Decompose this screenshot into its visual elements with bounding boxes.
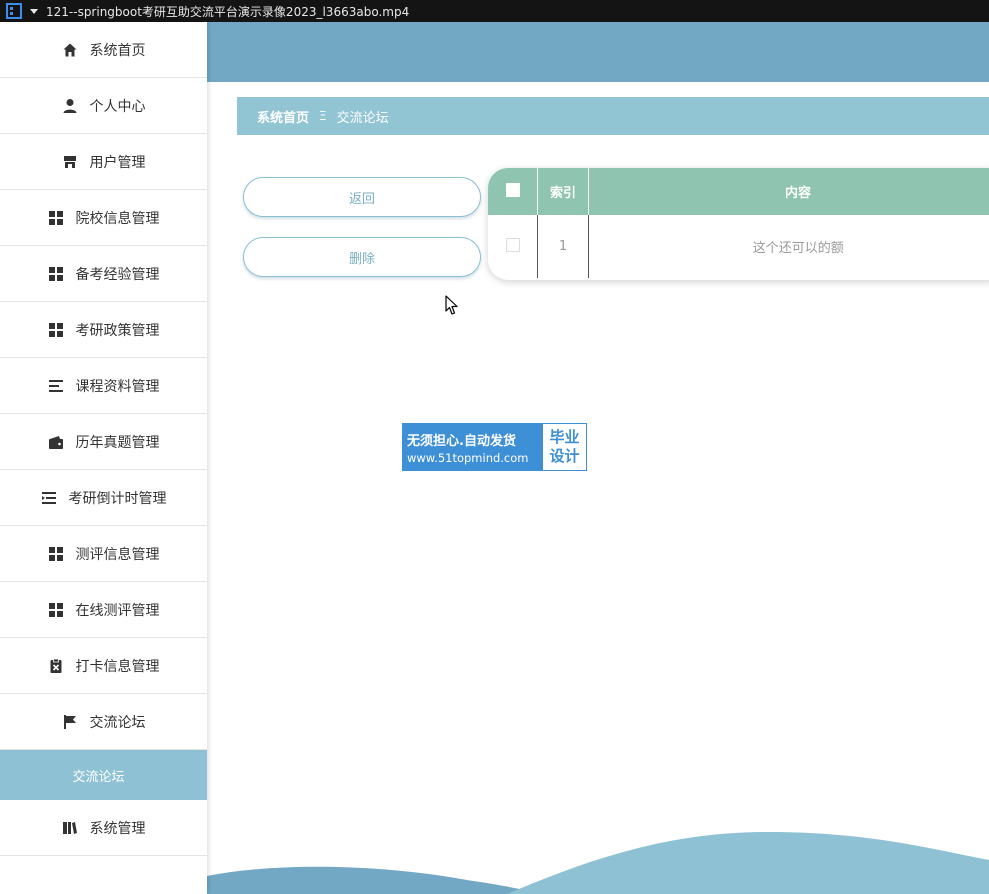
sidebar: 系统首页 个人中心 用户管理 院校信息管理 备考经验管理 考研政策管理 课程资料… [0,22,207,894]
back-button[interactable]: 返回 [243,177,481,217]
breadcrumb-separator-icon: Ξ [319,109,327,123]
grid-icon [48,266,64,282]
breadcrumb-current: 交流论坛 [336,110,389,126]
sidebar-item-label: 打卡信息管理 [75,658,160,675]
window-titlebar: 121--springboot考研互助交流平台演示录像2023_l3663abo… [0,0,989,22]
sidebar-item-schools[interactable]: 院校信息管理 [0,190,207,246]
watermark-line1: 无须担心.自动发货 [407,433,516,449]
sidebar-item-label: 考研倒计时管理 [68,490,167,507]
header-content: 内容 [588,168,989,215]
watermark-right1: 毕业 [549,428,580,446]
grid-icon [48,602,64,618]
sidebar-item-profile[interactable]: 个人中心 [0,78,207,134]
breadcrumb: 系统首页 Ξ 交流论坛 [237,97,989,135]
sidebar-item-label: 院校信息管理 [75,210,160,227]
header-select-all[interactable] [488,168,538,215]
sidebar-item-label: 用户管理 [89,154,146,171]
delete-button[interactable]: 删除 [243,237,481,277]
wallet-icon [48,434,64,450]
book-icon [62,820,78,836]
sidebar-subitem-label: 交流论坛 [72,769,125,785]
decorative-wave [207,832,989,894]
app-icon[interactable] [6,3,22,19]
clipboard-icon [48,658,64,674]
row-index: 1 [537,215,589,278]
row-content: 这个还可以的额 [752,241,844,256]
forum-table: 索引 内容 1 这个还可以的额 [488,168,989,280]
sidebar-subitem-forum[interactable]: 交流论坛 [0,750,207,800]
watermark-right: 毕业 设计 [543,424,586,470]
table-header-row: 索引 内容 [488,168,989,215]
sidebar-item-checkin[interactable]: 打卡信息管理 [0,638,207,694]
breadcrumb-home[interactable]: 系统首页 [257,107,309,126]
top-header [207,22,989,82]
grid-icon [48,322,64,338]
sidebar-item-label: 在线测评管理 [75,602,160,619]
table-row[interactable]: 1 这个还可以的额 [488,215,989,278]
grid-icon [48,210,64,226]
sidebar-item-policy[interactable]: 考研政策管理 [0,302,207,358]
sidebar-item-label: 考研政策管理 [75,322,160,339]
sidebar-item-system[interactable]: 系统管理 [0,800,207,856]
flag-icon [62,714,78,730]
window-title: 121--springboot考研互助交流平台演示录像2023_l3663abo… [46,4,410,19]
home-icon [62,42,78,58]
sidebar-item-label: 历年真题管理 [75,434,160,451]
sidebar-item-experience[interactable]: 备考经验管理 [0,246,207,302]
sidebar-item-online-assessment[interactable]: 在线测评管理 [0,582,207,638]
sidebar-item-label: 课程资料管理 [75,378,160,395]
row-select-cell[interactable] [488,215,538,278]
watermark-right2: 设计 [549,447,580,465]
sidebar-item-label: 系统首页 [89,42,146,59]
sidebar-item-exams[interactable]: 历年真题管理 [0,414,207,470]
watermark-line2: www.51topmind.com [407,450,529,465]
row-checkbox[interactable] [505,237,520,252]
sidebar-item-users[interactable]: 用户管理 [0,134,207,190]
sidebar-item-countdown[interactable]: 考研倒计时管理 [0,470,207,526]
chevron-down-icon[interactable] [30,8,38,14]
sidebar-item-label: 个人中心 [89,98,146,115]
store-icon [62,154,78,170]
sidebar-item-label: 测评信息管理 [75,546,160,563]
sidebar-item-courses[interactable]: 课程资料管理 [0,358,207,414]
indent-icon [41,490,57,506]
sidebar-item-forum[interactable]: 交流论坛 [0,694,207,750]
sidebar-item-label: 备考经验管理 [75,266,160,283]
list-icon [48,378,64,394]
header-index: 索引 [537,168,589,215]
sidebar-item-assessment-info[interactable]: 测评信息管理 [0,526,207,582]
grid-icon [48,546,64,562]
sidebar-item-home[interactable]: 系统首页 [0,22,207,78]
sidebar-item-label: 交流论坛 [89,714,146,731]
sidebar-item-label: 系统管理 [89,820,146,837]
user-icon [62,98,78,114]
mouse-cursor-icon [445,295,458,315]
select-all-checkbox[interactable] [505,182,520,197]
watermark-badge: 无须担心.自动发货 www.51topmind.com 毕业 设计 [402,423,587,471]
watermark-left: 无须担心.自动发货 www.51topmind.com [403,424,543,470]
